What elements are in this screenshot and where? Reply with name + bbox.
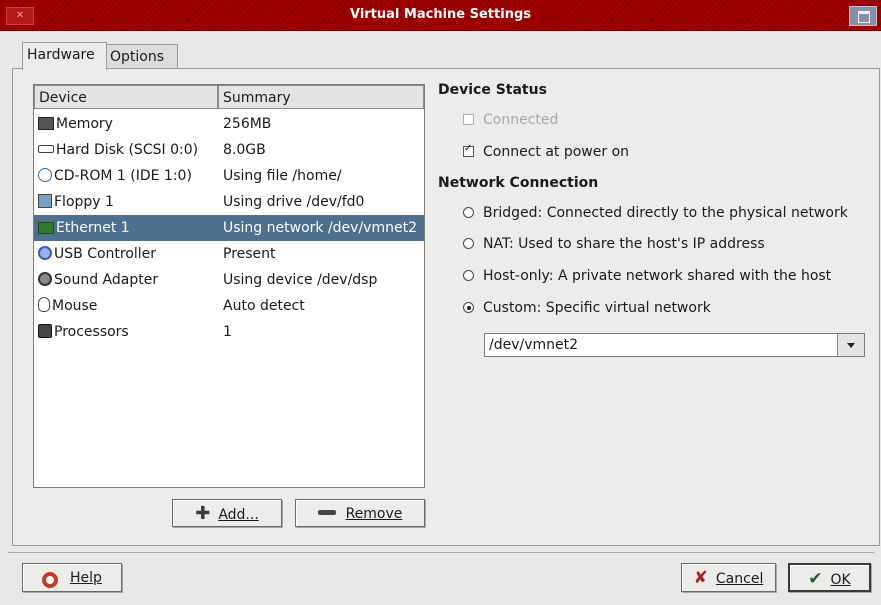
device-summary: Using drive /dev/fd0 — [223, 194, 365, 210]
radio-host-only[interactable]: Host-only: A private network shared with… — [463, 268, 831, 284]
radio-nat-label: NAT: Used to share the host's IP address — [483, 236, 765, 252]
custom-network-combo[interactable]: /dev/vmnet2 — [484, 333, 865, 357]
ok-button[interactable]: ✔ OK — [788, 563, 871, 592]
checkbox-icon — [463, 114, 474, 125]
device-name: Sound Adapter — [54, 272, 159, 288]
help-button[interactable]: Help — [22, 563, 122, 592]
ok-label: OK — [830, 572, 851, 588]
device-summary: Using file /home/ — [223, 168, 342, 184]
tab-hardware[interactable]: Hardware — [22, 42, 107, 70]
remove-label: Remove — [345, 506, 403, 522]
add-label: Add... — [218, 507, 259, 523]
network-connection-heading: Network Connection — [438, 175, 599, 191]
dropdown-arrow-icon[interactable] — [837, 334, 864, 356]
device-summary: Using network /dev/vmnet2 — [223, 220, 417, 236]
radio-nat[interactable]: NAT: Used to share the host's IP address — [463, 236, 765, 252]
device-row-sound[interactable]: Sound Adapter Using device /dev/dsp — [34, 267, 424, 293]
connect-at-power-on-label: Connect at power on — [483, 144, 630, 160]
connect-at-power-on-checkbox[interactable]: Connect at power on — [463, 143, 630, 160]
plus-icon: ✚ — [195, 503, 211, 524]
cancel-x-icon: ✘ — [693, 568, 708, 588]
device-status-heading: Device Status — [438, 82, 547, 98]
processor-icon — [38, 324, 52, 338]
ethernet-icon — [38, 222, 54, 234]
connected-label: Connected — [483, 112, 559, 128]
device-list[interactable]: Device Summary Memory 256MB Hard Disk (S… — [33, 84, 425, 488]
radio-icon — [463, 238, 474, 249]
radio-bridged-label: Bridged: Connected directly to the physi… — [483, 205, 848, 221]
minus-icon — [317, 510, 336, 515]
device-row-mouse[interactable]: Mouse Auto detect — [34, 293, 424, 319]
device-summary: Using device /dev/dsp — [223, 272, 378, 288]
memory-icon — [38, 117, 54, 130]
device-row-hard-disk[interactable]: Hard Disk (SCSI 0:0) 8.0GB — [34, 137, 424, 163]
lifebuoy-icon — [42, 572, 59, 588]
radio-bridged[interactable]: Bridged: Connected directly to the physi… — [463, 205, 848, 221]
checkbox-checked-icon — [463, 143, 474, 157]
device-row-memory[interactable]: Memory 256MB — [34, 111, 424, 137]
device-summary: 1 — [223, 324, 232, 340]
mouse-icon — [38, 297, 50, 312]
device-summary: Auto detect — [223, 298, 305, 314]
radio-selected-icon — [463, 302, 474, 313]
add-device-button[interactable]: ✚ Add... — [172, 499, 282, 527]
device-row-ethernet[interactable]: Ethernet 1 Using network /dev/vmnet2 — [34, 215, 424, 241]
device-name: Floppy 1 — [54, 194, 114, 210]
custom-network-value: /dev/vmnet2 — [489, 337, 579, 353]
device-row-usb[interactable]: USB Controller Present — [34, 241, 424, 267]
device-name: Processors — [54, 324, 129, 340]
footer-separator — [8, 552, 874, 553]
remove-device-button[interactable]: Remove — [295, 499, 425, 527]
device-row-floppy[interactable]: Floppy 1 Using drive /dev/fd0 — [34, 189, 424, 215]
usb-icon — [38, 246, 52, 260]
device-row-cdrom[interactable]: CD-ROM 1 (IDE 1:0) Using file /home/ — [34, 163, 424, 189]
device-name: Hard Disk (SCSI 0:0) — [56, 142, 199, 158]
connected-checkbox[interactable]: Connected — [463, 112, 558, 128]
ok-check-icon: ✔ — [808, 569, 823, 589]
device-summary: 256MB — [223, 116, 272, 132]
window-maximize-icon[interactable] — [849, 6, 877, 26]
help-label: Help — [70, 570, 102, 586]
floppy-icon — [38, 194, 52, 208]
radio-custom[interactable]: Custom: Specific virtual network — [463, 300, 711, 316]
cdrom-icon — [38, 168, 52, 182]
device-summary: 8.0GB — [223, 142, 266, 158]
window-title: Virtual Machine Settings — [349, 7, 531, 22]
hard-disk-icon — [38, 145, 54, 153]
list-header: Device Summary — [34, 85, 424, 111]
device-name: USB Controller — [54, 246, 157, 262]
device-name: Ethernet 1 — [56, 220, 130, 236]
device-summary: Present — [223, 246, 276, 262]
radio-icon — [463, 270, 474, 281]
column-header-device[interactable]: Device — [34, 85, 218, 109]
column-header-summary[interactable]: Summary — [218, 85, 424, 109]
cancel-button[interactable]: ✘ Cancel — [681, 563, 776, 592]
device-row-processors[interactable]: Processors 1 — [34, 319, 424, 345]
device-name: CD-ROM 1 (IDE 1:0) — [54, 168, 192, 184]
device-name: Memory — [56, 116, 113, 132]
device-name: Mouse — [52, 298, 98, 314]
radio-icon — [463, 207, 474, 218]
radio-custom-label: Custom: Specific virtual network — [483, 300, 711, 316]
sound-icon — [38, 272, 52, 286]
title-bar[interactable]: ✕ Virtual Machine Settings — [0, 0, 881, 31]
tab-options[interactable]: Options — [105, 44, 178, 70]
radio-host-only-label: Host-only: A private network shared with… — [483, 268, 832, 284]
cancel-label: Cancel — [715, 571, 764, 587]
